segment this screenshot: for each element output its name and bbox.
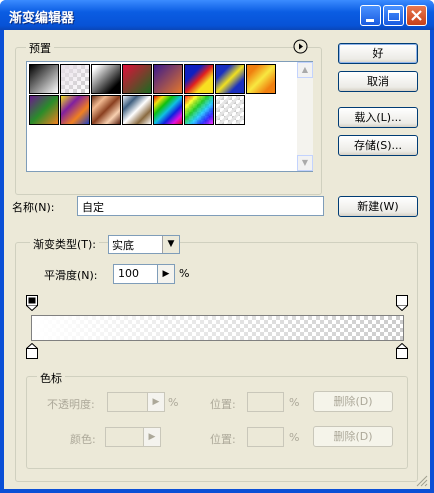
color-stop-right[interactable]	[396, 343, 408, 359]
window-title: 渐变编辑器	[9, 11, 75, 26]
color-location-input	[247, 427, 284, 447]
triangle-right-icon: ▶	[148, 432, 156, 442]
preset-swatch[interactable]	[122, 64, 152, 94]
cancel-button[interactable]: 取消	[338, 71, 418, 92]
opacity-arrow-button: ▶	[147, 392, 165, 412]
presets-group: 预置 ▲ ▼	[15, 39, 322, 195]
preset-swatch[interactable]	[122, 95, 152, 125]
opacity-label: 不透明度:	[47, 398, 95, 411]
color-arrow-button: ▶	[143, 427, 161, 447]
preset-swatch[interactable]	[91, 95, 121, 125]
new-button[interactable]: 新建(W)	[338, 196, 418, 217]
preset-swatch[interactable]	[91, 64, 121, 94]
name-input[interactable]: 自定	[77, 196, 324, 216]
color-swatch	[105, 427, 143, 447]
preset-swatch[interactable]	[215, 95, 245, 125]
preset-swatch[interactable]	[153, 64, 183, 94]
smoothness-unit: %	[179, 267, 190, 280]
color-stops-group: 色标 不透明度: ▶ % 位置: % 删除(D) 颜色: ▶ 位置: % 删除(…	[26, 370, 408, 469]
close-button[interactable]	[406, 5, 427, 26]
chevron-up-icon: ▲	[301, 65, 309, 74]
dialog-client-area: 预置 ▲ ▼ 好 取消 载入(L)... 存储(S)... 名称(N): 自定 …	[4, 30, 430, 489]
smoothness-input[interactable]: 100	[113, 264, 157, 284]
opacity-location-input	[247, 392, 284, 412]
delete-opacity-stop-button: 删除(D)	[313, 391, 393, 412]
opacity-location-label: 位置:	[210, 398, 236, 411]
opacity-unit: %	[168, 396, 179, 409]
preset-swatch[interactable]	[29, 64, 59, 94]
chevron-down-icon[interactable]: ▼	[162, 236, 179, 253]
gradient-type-label: 渐变类型(T):	[30, 236, 100, 252]
minimize-icon	[366, 19, 374, 22]
color-location-label: 位置:	[210, 433, 236, 446]
color-stop-left[interactable]	[26, 343, 38, 359]
close-icon	[411, 10, 422, 21]
resize-grip-icon[interactable]	[415, 474, 428, 487]
triangle-right-icon: ▶	[162, 269, 170, 279]
chevron-down-icon: ▼	[301, 158, 309, 167]
presets-scrollbar[interactable]: ▲ ▼	[297, 62, 313, 171]
preset-swatch[interactable]	[215, 64, 245, 94]
opacity-location-unit: %	[289, 396, 300, 409]
minimize-button[interactable]	[360, 5, 381, 26]
preset-swatch[interactable]	[153, 95, 183, 125]
color-stops-label: 色标	[37, 370, 65, 386]
ok-button[interactable]: 好	[338, 43, 418, 64]
circle-arrow-right-icon[interactable]	[293, 39, 308, 54]
gradient-type-value: 实底	[112, 239, 134, 252]
presets-label: 预置	[26, 40, 54, 56]
scroll-down-button[interactable]: ▼	[297, 155, 313, 171]
gradient-type-select[interactable]: 实底 ▼	[108, 235, 180, 254]
save-button[interactable]: 存储(S)...	[338, 135, 418, 156]
gradient-group: 渐变类型(T): 实底 ▼ 平滑度(N): 100 ▶ % 色标 不透明度: ▶…	[15, 235, 418, 482]
title-bar[interactable]: 渐变编辑器	[0, 0, 434, 30]
presets-list[interactable]: ▲ ▼	[26, 61, 313, 172]
preset-swatch[interactable]	[184, 95, 214, 125]
preset-swatch[interactable]	[184, 64, 214, 94]
scroll-up-button[interactable]: ▲	[297, 62, 313, 78]
name-label: 名称(N):	[12, 201, 55, 214]
preset-swatch[interactable]	[29, 95, 59, 125]
load-button[interactable]: 载入(L)...	[338, 107, 418, 128]
preset-swatch[interactable]	[60, 95, 90, 125]
opacity-stop-right[interactable]	[396, 295, 408, 311]
color-label: 颜色:	[70, 433, 96, 446]
opacity-input	[107, 392, 147, 412]
maximize-button[interactable]	[383, 5, 404, 26]
smoothness-label: 平滑度(N):	[44, 269, 98, 282]
gradient-preview-bar[interactable]	[31, 315, 404, 341]
triangle-right-icon: ▶	[152, 397, 160, 407]
gradient-editor-window: 渐变编辑器 预置 ▲ ▼ 好 取消 载入(L)... 存储(S)... 名称(N…	[0, 0, 434, 493]
opacity-stop-left[interactable]	[26, 295, 38, 311]
smoothness-arrow-button[interactable]: ▶	[157, 264, 175, 284]
preset-swatch[interactable]	[246, 64, 276, 94]
preset-swatch[interactable]	[60, 64, 90, 94]
delete-color-stop-button: 删除(D)	[313, 426, 393, 447]
color-location-unit: %	[289, 431, 300, 444]
maximize-icon	[388, 10, 400, 21]
